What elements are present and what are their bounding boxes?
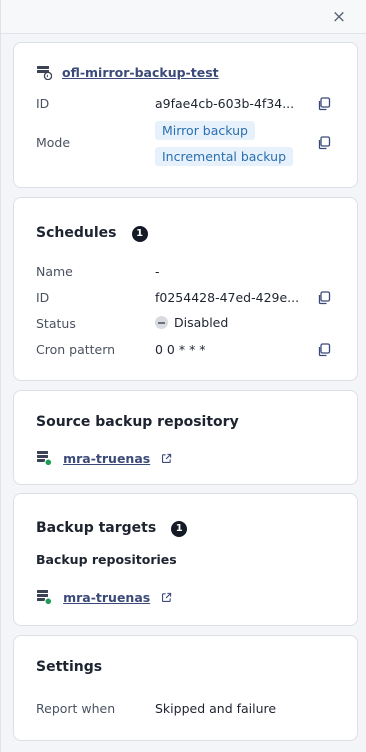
source-repository-row: mra-truenas [36,448,172,467]
source-repository-link[interactable]: mra-truenas [63,451,150,466]
panel-header: × [1,0,366,34]
mode-label: Mode [36,135,71,150]
backup-targets-heading: Backup targets 1 [36,517,188,537]
copy-icon[interactable] [317,136,331,150]
settings-title: Settings [36,659,103,675]
settings-card: Settings Report when Skipped and failure [13,635,358,741]
cron-pattern-value: 0 0 * * * [155,342,206,357]
job-name-link[interactable]: ofl-mirror-backup-test [62,65,219,80]
schedules-card: Schedules 1 Name - ID f0254428-47ed-429e… [13,197,358,381]
id-label: ID [36,96,50,111]
job-summary-card: ofl-mirror-backup-test ID a9fae4cb-603b-… [13,42,358,188]
backup-job-side-panel: × ofl-mirror-backup-test ID a9fae4cb-603… [0,0,366,752]
mode-chip-mirror: Mirror backup [155,120,255,140]
repository-icon [37,451,52,466]
backup-targets-title: Backup targets [36,520,157,536]
target-repository-row: mra-truenas [36,587,172,606]
close-icon[interactable]: × [329,7,349,27]
schedule-status-label: Status [36,316,76,331]
schedule-name-value: - [155,264,160,279]
copy-icon[interactable] [317,343,331,357]
backup-targets-card: Backup targets 1 Backup repositories mra… [13,493,358,626]
repository-icon [37,590,52,605]
schedules-count-badge: 1 [131,226,148,242]
copy-icon[interactable] [317,97,331,111]
copy-icon[interactable] [317,291,331,305]
job-id-value: a9fae4cb-603b-4f34... [155,96,295,111]
disabled-status-icon [155,316,168,329]
backup-repositories-subtitle: Backup repositories [36,552,177,567]
schedule-status-value: Disabled [155,315,228,330]
external-link-icon[interactable] [161,453,172,464]
mode-chip-incremental: Incremental backup [155,146,294,166]
report-when-value: Skipped and failure [155,701,277,716]
target-repository-link[interactable]: mra-truenas [63,590,150,605]
backup-targets-count-badge: 1 [171,521,188,537]
schedule-id-value: f0254428-47ed-429e... [155,290,300,305]
report-when-label: Report when [36,701,116,716]
cron-pattern-label: Cron pattern [36,342,116,357]
schedules-heading: Schedules 1 [36,222,148,242]
mode-chip-text: Mirror backup [155,121,255,140]
job-title-row: ofl-mirror-backup-test [36,64,219,80]
external-link-icon[interactable] [161,592,172,603]
source-repository-card: Source backup repository mra-truenas [13,390,358,485]
source-repository-title: Source backup repository [36,414,239,430]
mode-chip-text: Incremental backup [155,147,294,166]
schedule-id-label: ID [36,290,50,305]
schedules-title: Schedules [36,225,117,241]
backup-job-icon [37,66,52,80]
schedule-name-label: Name [36,264,73,279]
status-text: Disabled [174,315,229,330]
